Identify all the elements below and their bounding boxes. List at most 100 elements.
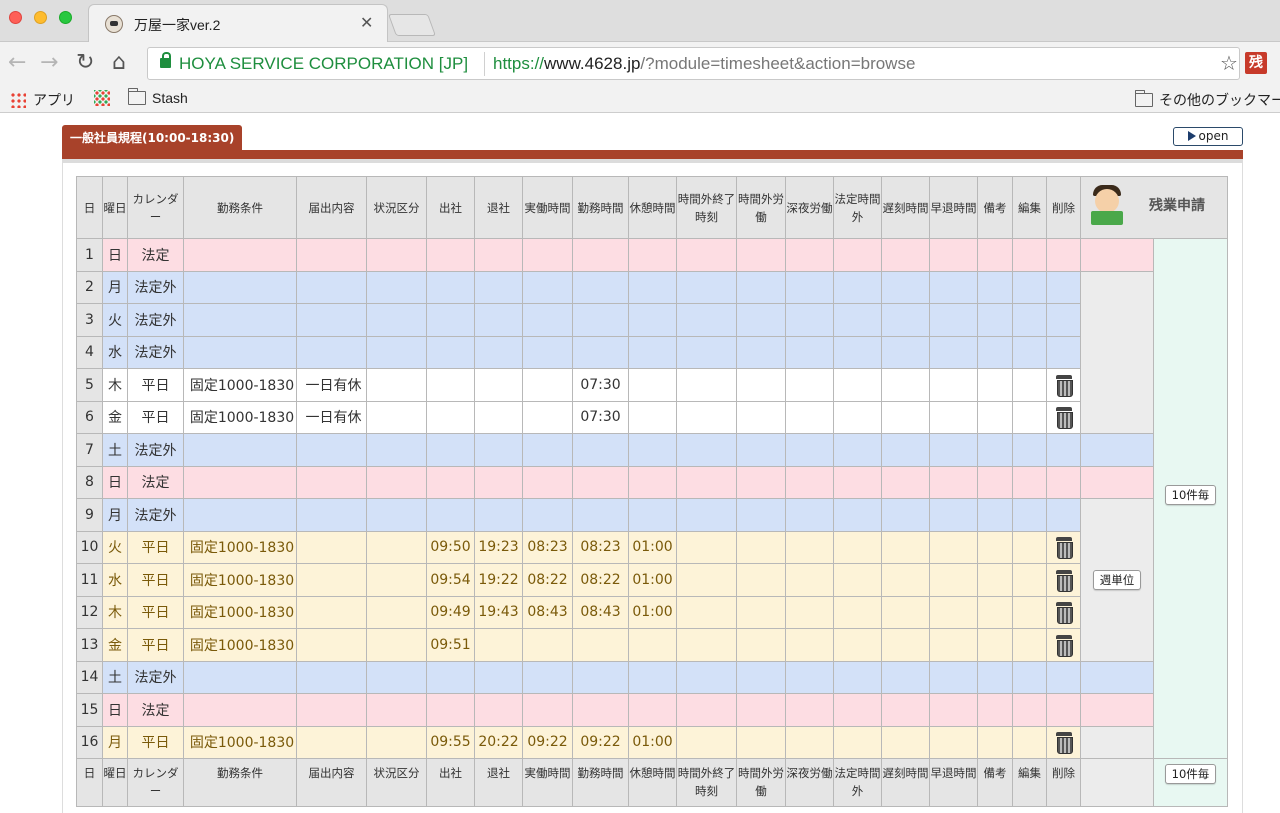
bookmark-other[interactable]: その他のブックマーク (1134, 90, 1280, 110)
home-icon[interactable]: ⌂ (112, 52, 126, 74)
night-cell (785, 465, 834, 499)
timesheet-table: 日 曜日 カレンダー 勤務条件 届出内容 状況区分 出社 退社 実働時間 勤務時… (76, 176, 1228, 807)
clock-out-cell (474, 465, 523, 499)
condition-cell: 固定1000-1830 (183, 628, 297, 662)
notice-cell: 一日有休 (296, 400, 367, 434)
overtime-cell (736, 530, 786, 564)
col-clock-out: 退社 (474, 176, 523, 239)
weekday-cell: 木 (102, 595, 128, 629)
remarks-cell (977, 693, 1013, 727)
new-tab-button[interactable] (387, 14, 437, 36)
condition-cell: 固定1000-1830 (183, 530, 297, 564)
trash-icon[interactable] (1055, 569, 1073, 592)
actual-cell (522, 693, 573, 727)
col-calendar: カレンダー (127, 176, 184, 239)
clock-in-cell: 09:55 (426, 725, 475, 759)
early-cell (929, 465, 978, 499)
calendar-cell: 法定外 (127, 433, 184, 467)
calendar-cell: 法定外 (127, 498, 184, 532)
rest-cell (628, 400, 677, 434)
url-text[interactable]: https://www.4628.jp/?module=timesheet&ac… (493, 54, 915, 74)
edit-cell (1012, 335, 1047, 369)
calendar-cell: 平日 (127, 530, 184, 564)
trash-icon[interactable] (1055, 732, 1073, 755)
open-button[interactable]: open (1173, 127, 1243, 146)
trash-icon[interactable] (1055, 374, 1073, 397)
browser-toolbar: ← → ↻ ⌂ HOYA SERVICE CORPORATION [JP] ht… (0, 42, 1280, 86)
pager-10-button[interactable]: 10件毎 (1164, 484, 1217, 505)
bookmark-grid[interactable] (94, 90, 117, 106)
clock-out-cell (474, 660, 523, 694)
overtime-cell (736, 595, 786, 629)
table-row: 14 土法定外 (76, 660, 1228, 694)
delete-cell (1046, 530, 1081, 564)
actual-cell (522, 335, 573, 369)
forward-icon[interactable]: → (40, 52, 58, 74)
overtime-request-header[interactable]: 残業申請 (1080, 176, 1228, 239)
notice-cell (296, 335, 367, 369)
delete-cell (1046, 563, 1081, 597)
week-cell (1080, 270, 1154, 434)
bookmark-stash[interactable]: Stash (127, 88, 188, 106)
trash-icon[interactable] (1055, 407, 1073, 430)
overtime-cell (736, 270, 786, 304)
minimize-window-icon[interactable] (34, 11, 47, 24)
table-row: 6 金平日 固定1000-1830 一日有休 07:30 (76, 400, 1228, 434)
play-icon (1187, 131, 1196, 141)
trash-icon[interactable] (1055, 602, 1073, 625)
week-cell (1080, 693, 1154, 727)
condition-cell: 固定1000-1830 (183, 595, 297, 629)
maximize-window-icon[interactable] (59, 11, 72, 24)
status-cell (366, 725, 427, 759)
overtime-end-cell (676, 563, 737, 597)
trash-icon[interactable] (1055, 537, 1073, 560)
back-icon[interactable]: ← (8, 52, 26, 74)
clock-in-cell: 09:54 (426, 563, 475, 597)
col-night-footer: 深夜労働 (785, 758, 834, 807)
status-cell (366, 303, 427, 337)
weekday-cell: 火 (102, 303, 128, 337)
early-cell (929, 498, 978, 532)
section-title: 一般社員規程(10:00-18:30) (62, 125, 243, 151)
weekly-button[interactable]: 週単位 (1092, 569, 1142, 590)
actual-cell (522, 400, 573, 434)
folder-icon (127, 88, 146, 105)
week-cell (1080, 660, 1154, 694)
col-delete-footer: 削除 (1046, 758, 1081, 807)
address-bar[interactable]: HOYA SERVICE CORPORATION [JP] https://ww… (147, 47, 1240, 80)
extension-icon[interactable]: 残 (1245, 52, 1267, 74)
weekday-cell: 月 (102, 270, 128, 304)
pager-10-button[interactable]: 10件毎 (1164, 764, 1217, 784)
reload-icon[interactable]: ↻ (76, 52, 94, 74)
url-scheme: https:// (493, 54, 545, 73)
browser-tab[interactable]: 万屋一家ver.2 ✕ (88, 4, 388, 43)
notice-cell (296, 563, 367, 597)
weekday-cell: 水 (102, 563, 128, 597)
delete-cell (1046, 238, 1081, 272)
bookmark-star-icon[interactable]: ☆ (1220, 51, 1238, 75)
rest-cell (628, 628, 677, 662)
bookmark-other-label: その他のブックマーク (1159, 92, 1280, 108)
overtime-cell (736, 303, 786, 337)
rest-cell (628, 433, 677, 467)
tab-close-icon[interactable]: ✕ (360, 13, 373, 32)
close-window-icon[interactable] (9, 11, 22, 24)
overtime-request-cell: 10件毎 (1153, 238, 1228, 759)
notice-cell: 一日有休 (296, 368, 367, 402)
trash-icon[interactable] (1055, 634, 1073, 657)
rest-cell (628, 368, 677, 402)
legal-overtime-cell (833, 563, 882, 597)
legal-overtime-cell (833, 368, 882, 402)
early-cell (929, 238, 978, 272)
early-cell (929, 563, 978, 597)
week-cell (1080, 433, 1154, 467)
edit-cell (1012, 303, 1047, 337)
table-row: 9 月法定外 週単位 (76, 498, 1228, 662)
bookmark-apps[interactable]: アプリ (10, 90, 75, 110)
clock-out-cell (474, 498, 523, 532)
clock-in-cell (426, 270, 475, 304)
ev-certificate-name[interactable]: HOYA SERVICE CORPORATION [JP] (179, 54, 468, 74)
actual-cell: 08:43 (522, 595, 573, 629)
work-cell (572, 465, 629, 499)
night-cell (785, 270, 834, 304)
